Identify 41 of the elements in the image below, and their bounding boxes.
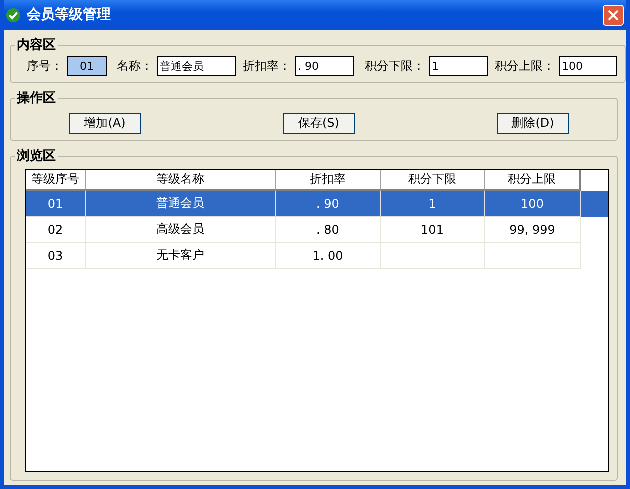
column-header[interactable]: 等级名称 [86,170,276,191]
column-header[interactable]: 折扣率 [276,170,381,191]
column-header[interactable]: 积分下限 [381,170,485,191]
table-cell: 02 [26,217,86,243]
table-cell: 无卡客户 [86,243,276,269]
table-cell: 高级会员 [86,217,276,243]
group-title: 浏览区 [16,148,57,165]
column-header[interactable]: 积分上限 [485,170,581,191]
group-title: 操作区 [16,90,57,107]
table-cell: 99, 999 [485,217,581,243]
table-cell: . 80 [276,217,381,243]
action-button[interactable]: 保存(S) [283,113,355,134]
field-label: 折扣率： [243,58,291,74]
table-row[interactable]: 01 普通会员 . 90 1 100 [26,191,608,217]
column-header[interactable]: 等级序号 [26,170,86,191]
input-field[interactable]: 100 [559,56,617,76]
action-button[interactable]: 增加(A) [69,113,141,134]
input-field[interactable]: 1 [429,56,488,76]
table-cell: 03 [26,243,86,269]
table-cell: 1 [381,191,485,217]
window-title: 会员等级管理 [27,6,112,24]
check-icon [6,8,21,22]
action-button[interactable]: 删除(D) [497,113,569,134]
field-label: 积分下限： [365,58,425,74]
close-button[interactable] [603,4,624,26]
table-cell: . 90 [276,191,381,217]
input-field[interactable]: 普通会员 [157,56,236,76]
table-cell: 普通会员 [86,191,276,217]
field-label: 积分上限： [495,58,555,74]
input-field[interactable]: 01 [67,56,107,76]
field-label: 名称： [117,58,153,74]
table-row[interactable]: 02 高级会员 . 80 101 99, 999 [26,217,608,243]
input-field[interactable]: . 90 [295,56,354,76]
close-icon [608,10,619,20]
field-label: 序号： [27,58,63,74]
group-title: 内容区 [16,36,57,54]
table-cell: 100 [485,191,581,217]
table-cell: 101 [381,217,485,243]
table-cell: 01 [26,191,86,217]
table-row[interactable]: 03 无卡客户 1. 00 [26,243,608,269]
table-cell: 1. 00 [276,243,381,269]
